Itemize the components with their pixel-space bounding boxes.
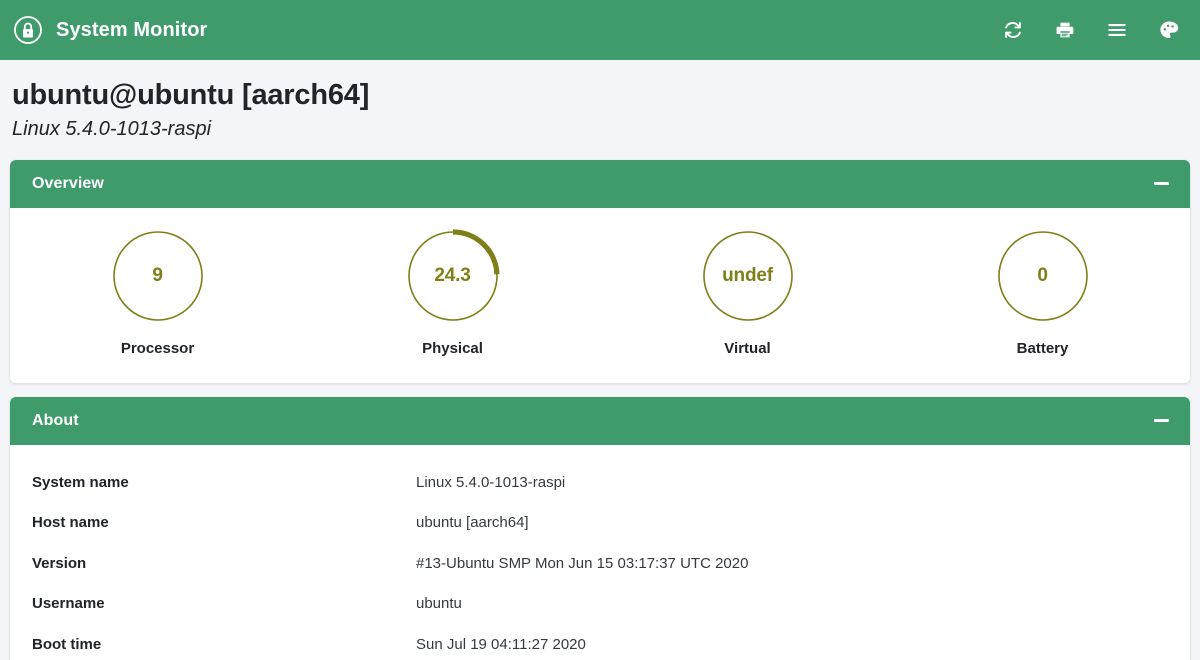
top-navbar: System Monitor bbox=[0, 0, 1200, 60]
navbar-actions bbox=[1000, 17, 1182, 43]
gauge-value: undef bbox=[700, 228, 796, 324]
gauge-label: Battery bbox=[1017, 340, 1069, 357]
about-card: About System nameLinux 5.4.0-1013-raspiH… bbox=[10, 397, 1190, 660]
about-collapse-button[interactable] bbox=[1150, 410, 1172, 432]
gauge-ring: undef bbox=[700, 228, 796, 324]
about-row-key: Boot time bbox=[10, 625, 416, 660]
about-row-key: Version bbox=[10, 544, 416, 585]
about-row: Boot timeSun Jul 19 04:11:27 2020 bbox=[10, 625, 1190, 660]
about-row: Version#13-Ubuntu SMP Mon Jun 15 03:17:3… bbox=[10, 544, 1190, 585]
about-body: System nameLinux 5.4.0-1013-raspiHost na… bbox=[10, 445, 1190, 660]
page-header: ubuntu@ubuntu [aarch64] Linux 5.4.0-1013… bbox=[0, 60, 1200, 142]
gauge-value: 9 bbox=[110, 228, 206, 324]
gauge-label: Processor bbox=[121, 340, 194, 357]
gauge-virtual: undef Virtual bbox=[600, 228, 895, 357]
hamburger-menu-icon bbox=[1106, 19, 1128, 41]
overview-card-header: Overview bbox=[10, 160, 1190, 208]
minus-icon bbox=[1154, 419, 1169, 422]
palette-icon bbox=[1158, 19, 1180, 41]
about-row: Host nameubuntu [aarch64] bbox=[10, 503, 1190, 544]
about-row-key: Username bbox=[10, 584, 416, 625]
brand[interactable]: System Monitor bbox=[13, 15, 207, 45]
about-row-value: ubuntu bbox=[416, 584, 1190, 625]
refresh-icon bbox=[1002, 19, 1024, 41]
about-row-key: Host name bbox=[10, 503, 416, 544]
about-table: System nameLinux 5.4.0-1013-raspiHost na… bbox=[10, 463, 1190, 660]
app-title: System Monitor bbox=[56, 19, 207, 42]
gauge-ring: 24.3 bbox=[405, 228, 501, 324]
page-title: ubuntu@ubuntu [aarch64] bbox=[12, 78, 1188, 113]
print-button[interactable] bbox=[1052, 17, 1078, 43]
minus-icon bbox=[1154, 182, 1169, 185]
overview-collapse-button[interactable] bbox=[1150, 173, 1172, 195]
about-row-value: ubuntu [aarch64] bbox=[416, 503, 1190, 544]
about-row: Usernameubuntu bbox=[10, 584, 1190, 625]
gauge-ring: 9 bbox=[110, 228, 206, 324]
about-row-key: System name bbox=[10, 463, 416, 504]
gauge-label: Physical bbox=[422, 340, 483, 357]
overview-title: Overview bbox=[32, 175, 104, 193]
gauge-value: 0 bbox=[995, 228, 1091, 324]
about-row: System nameLinux 5.4.0-1013-raspi bbox=[10, 463, 1190, 504]
menu-button[interactable] bbox=[1104, 17, 1130, 43]
printer-icon bbox=[1054, 19, 1076, 41]
theme-button[interactable] bbox=[1156, 17, 1182, 43]
overview-gauge-row: 9 Processor 24.3 Physical undef Virtual 0 Batte… bbox=[10, 208, 1190, 383]
about-card-header: About bbox=[10, 397, 1190, 445]
gauge-physical: 24.3 Physical bbox=[305, 228, 600, 357]
gauge-label: Virtual bbox=[724, 340, 770, 357]
gauge-processor: 9 Processor bbox=[10, 228, 305, 357]
gauge-value: 24.3 bbox=[405, 228, 501, 324]
page-subtitle: Linux 5.4.0-1013-raspi bbox=[12, 117, 1188, 142]
about-row-value: Sun Jul 19 04:11:27 2020 bbox=[416, 625, 1190, 660]
about-row-value: Linux 5.4.0-1013-raspi bbox=[416, 463, 1190, 504]
gauge-battery: 0 Battery bbox=[895, 228, 1190, 357]
about-row-value: #13-Ubuntu SMP Mon Jun 15 03:17:37 UTC 2… bbox=[416, 544, 1190, 585]
overview-card: Overview 9 Processor 24.3 Physical undef Virt… bbox=[10, 160, 1190, 383]
about-title: About bbox=[32, 412, 79, 430]
gauge-ring: 0 bbox=[995, 228, 1091, 324]
refresh-button[interactable] bbox=[1000, 17, 1026, 43]
lock-circle-icon bbox=[13, 15, 43, 45]
